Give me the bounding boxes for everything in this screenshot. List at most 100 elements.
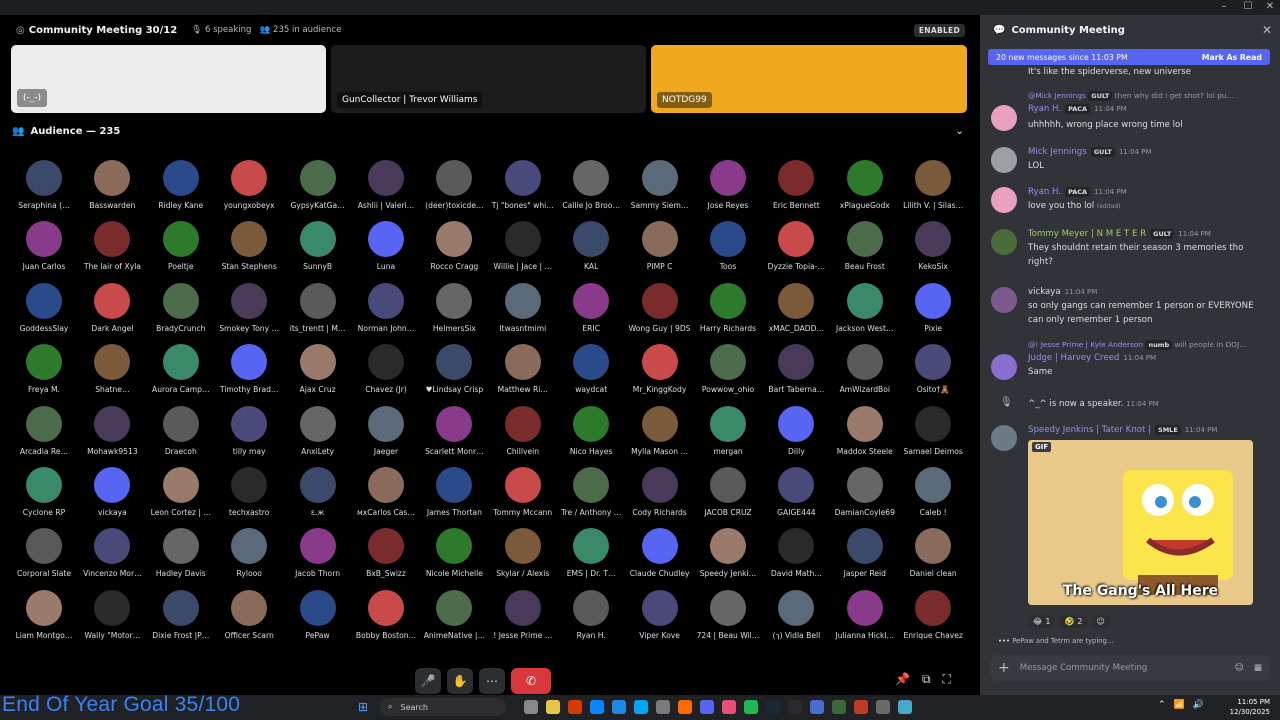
add-reaction-button[interactable]: ☺: [1091, 615, 1110, 628]
audience-member[interactable]: (ך) Vidla Bell: [762, 589, 830, 650]
audience-member[interactable]: Liam Montgo…: [10, 589, 78, 650]
audience-member[interactable]: AnxiLety: [284, 405, 352, 466]
taskbar-search[interactable]: ⌕ Search: [380, 698, 506, 716]
audience-member[interactable]: Freya M.: [10, 344, 78, 404]
audience-member[interactable]: Osito†🧸: [899, 344, 967, 404]
audience-member[interactable]: Matthew Ri…: [489, 344, 557, 404]
audience-member[interactable]: Wong Guy | 9DS: [626, 282, 694, 343]
audience-member[interactable]: Jose Reyes: [694, 160, 762, 220]
windows-start-icon[interactable]: ⊞: [358, 700, 368, 714]
reply-preview[interactable]: @Mick Jennings GULT then why did i get s…: [1028, 91, 1234, 101]
close-icon[interactable]: ✕: [1262, 23, 1272, 37]
audience-member[interactable]: Enrique Chavez: [899, 589, 967, 650]
audience-member[interactable]: Ridley Kane: [147, 160, 215, 220]
audience-member[interactable]: AmWizardBoi: [831, 344, 899, 404]
audience-member[interactable]: мxCarlos Cas…: [352, 467, 420, 527]
audience-member[interactable]: Nico Hayes: [557, 405, 625, 466]
audience-member[interactable]: Ryan H.: [557, 589, 625, 650]
audience-member[interactable]: Mr_KinggKody: [626, 344, 694, 404]
audience-member[interactable]: KekoSix: [899, 221, 967, 281]
audience-member[interactable]: Sammy Siem…: [626, 160, 694, 220]
audience-member[interactable]: tilly may: [215, 405, 283, 466]
audience-member[interactable]: Draecoh: [147, 405, 215, 466]
audience-member[interactable]: Rocco Cragg: [420, 221, 488, 281]
audience-member[interactable]: Dyzzie Topia-…: [762, 221, 830, 281]
audience-member[interactable]: Norman John…: [352, 282, 420, 343]
audience-member[interactable]: Tommy Mccann: [489, 467, 557, 527]
new-messages-bar[interactable]: 20 new messages since 11:03 PM Mark As R…: [988, 49, 1270, 65]
audience-member[interactable]: Willie | Jace | …: [489, 221, 557, 281]
audience-member[interactable]: Ashlii | Valeri…: [352, 160, 420, 220]
raise-hand-button[interactable]: ✋: [447, 668, 473, 694]
fullscreen-icon[interactable]: ⛶: [943, 672, 951, 687]
audience-member[interactable]: Pixie: [899, 282, 967, 343]
audience-member[interactable]: GypsyKatGa…: [284, 160, 352, 220]
audience-member[interactable]: techxastro: [215, 467, 283, 527]
chevron-down-icon[interactable]: ⌄: [955, 124, 964, 137]
attach-icon[interactable]: +: [998, 660, 1010, 676]
taskbar-app-icon[interactable]: [678, 700, 692, 714]
audience-member[interactable]: Seraphina (…: [10, 160, 78, 220]
audience-member[interactable]: Basswarden: [78, 160, 146, 220]
gif-embed[interactable]: GIF The Gang's All Here: [1028, 440, 1253, 605]
audience-member[interactable]: Claude Chudley: [626, 528, 694, 588]
audience-member[interactable]: Scarlett Monr…: [420, 405, 488, 466]
username[interactable]: Ryan H.: [1028, 187, 1061, 197]
taskbar-app-icon[interactable]: [612, 700, 626, 714]
taskbar-app-icon[interactable]: [656, 700, 670, 714]
audience-member[interactable]: Nicole Michelle: [420, 528, 488, 588]
audience-member[interactable]: Chillvein: [489, 405, 557, 466]
minimize-button[interactable]: –: [1214, 1, 1234, 12]
audience-member[interactable]: Speedy Jenki…: [694, 528, 762, 588]
username[interactable]: Mick Jennings: [1028, 147, 1087, 157]
taskbar-app-icon[interactable]: [634, 700, 648, 714]
audience-member[interactable]: The lair of Xyla: [78, 221, 146, 281]
popout-icon[interactable]: ⧉: [922, 672, 931, 687]
audience-member[interactable]: ♥Lindsay Crisp: [420, 344, 488, 404]
audience-member[interactable]: PIMP C: [626, 221, 694, 281]
audience-member[interactable]: Skylar / Alexis: [489, 528, 557, 588]
pin-icon[interactable]: 📌: [895, 672, 910, 687]
username[interactable]: Speedy Jenkins | Tater Knot |: [1028, 425, 1151, 435]
audience-member[interactable]: Cyclone RP: [10, 467, 78, 527]
audience-member[interactable]: Powwow_ohio: [694, 344, 762, 404]
audience-member[interactable]: DamianCoyle69: [831, 467, 899, 527]
taskbar-app-icon[interactable]: [590, 700, 604, 714]
audience-member[interactable]: Mylla Mason …: [626, 405, 694, 466]
audience-member[interactable]: Stan Stephens: [215, 221, 283, 281]
volume-icon[interactable]: 🔊: [1193, 700, 1204, 710]
audience-member[interactable]: waydcat: [557, 344, 625, 404]
audience-member[interactable]: mergan: [694, 405, 762, 466]
audience-member[interactable]: Viper Kove: [626, 589, 694, 650]
audience-member[interactable]: Vincenzo Mor…: [78, 528, 146, 588]
audience-member[interactable]: Cody Richards: [626, 467, 694, 527]
taskbar-app-icon[interactable]: [854, 700, 868, 714]
audience-member[interactable]: ε.ж: [284, 467, 352, 527]
enabled-badge[interactable]: ENABLED: [913, 24, 965, 37]
audience-member[interactable]: Chavez (Jr): [352, 344, 420, 404]
audience-member[interactable]: EMS | Dr. T…: [557, 528, 625, 588]
audience-member[interactable]: Wally "Motor…: [78, 589, 146, 650]
audience-member[interactable]: Corporal Slate: [10, 528, 78, 588]
audience-member[interactable]: Leon Cortez | …: [147, 467, 215, 527]
audience-member[interactable]: Officer Scarn: [215, 589, 283, 650]
audience-member[interactable]: youngxobeyx: [215, 160, 283, 220]
close-window-button[interactable]: ✕: [1260, 1, 1280, 12]
emoji-icon[interactable]: ☺: [1235, 663, 1244, 673]
mark-as-read-button[interactable]: Mark As Read: [1202, 53, 1262, 62]
audience-member[interactable]: Jackson West…: [831, 282, 899, 343]
avatar[interactable]: [991, 187, 1017, 213]
audience-member[interactable]: BxB_Swizz: [352, 528, 420, 588]
audience-member[interactable]: Toos: [694, 221, 762, 281]
wifi-icon[interactable]: 📶: [1174, 700, 1185, 710]
audience-member[interactable]: Dilly: [762, 405, 830, 466]
taskbar-app-icon[interactable]: [766, 700, 780, 714]
audience-member[interactable]: Beau Frost: [831, 221, 899, 281]
taskbar-app-icon[interactable]: [876, 700, 890, 714]
avatar[interactable]: [991, 354, 1017, 380]
leave-stage-button[interactable]: ✆: [511, 668, 551, 694]
taskbar-app-icon[interactable]: [568, 700, 582, 714]
audience-member[interactable]: xPlagueGodx: [831, 160, 899, 220]
audience-member[interactable]: AnimeNative |…: [420, 589, 488, 650]
audience-member[interactable]: Aurora Camp…: [147, 344, 215, 404]
